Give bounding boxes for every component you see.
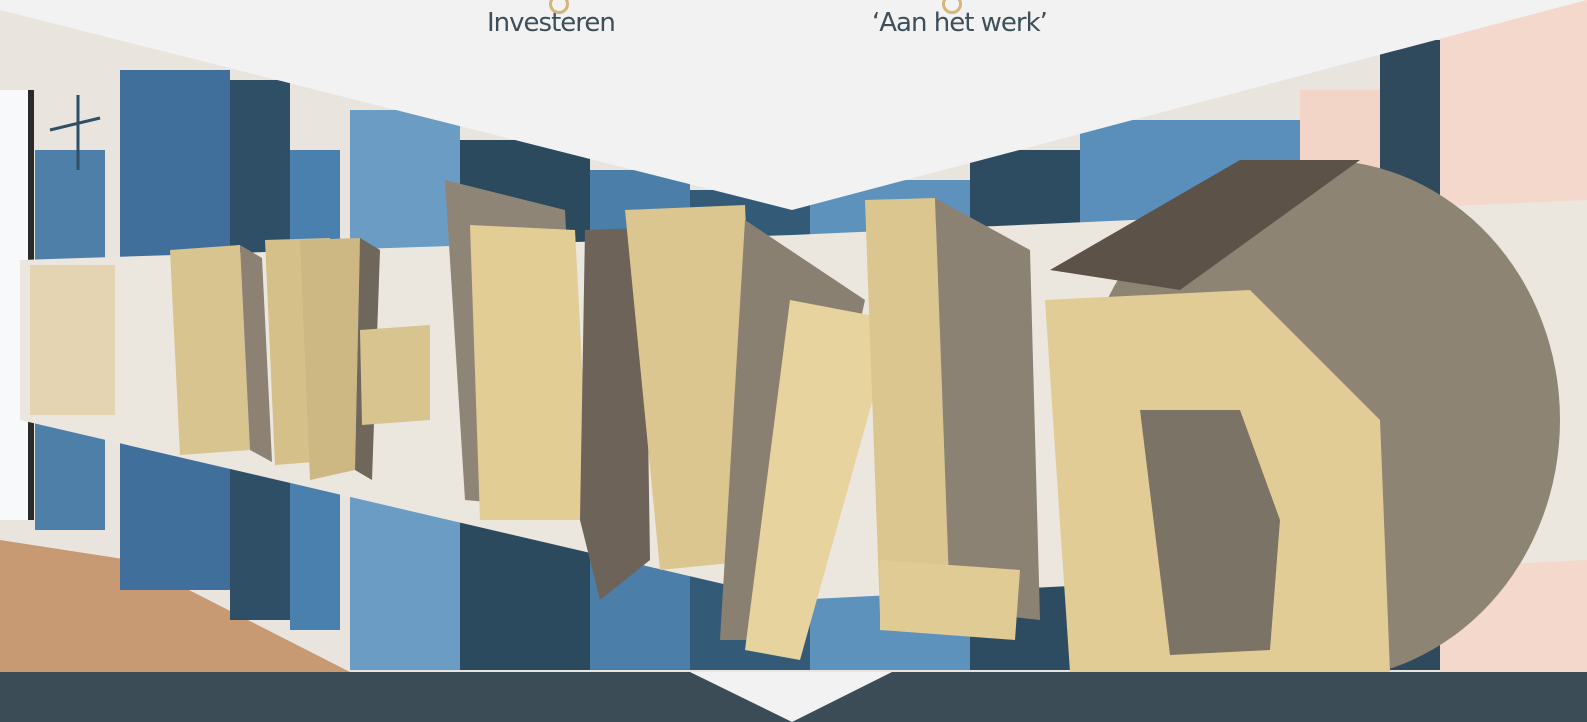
document-page: Investeren ‘Aan het werk’ xyxy=(0,0,1587,722)
photo-content xyxy=(0,0,1587,672)
mural-photo xyxy=(0,0,1587,722)
header-label-aan-het-werk: ‘Aan het werk’ xyxy=(872,0,1048,38)
header-label-text: ‘Aan het werk’ xyxy=(872,8,1048,38)
header-label-investeren: Investeren xyxy=(487,0,616,38)
header-label-text: Investeren xyxy=(487,8,616,38)
footer-band xyxy=(0,672,792,722)
